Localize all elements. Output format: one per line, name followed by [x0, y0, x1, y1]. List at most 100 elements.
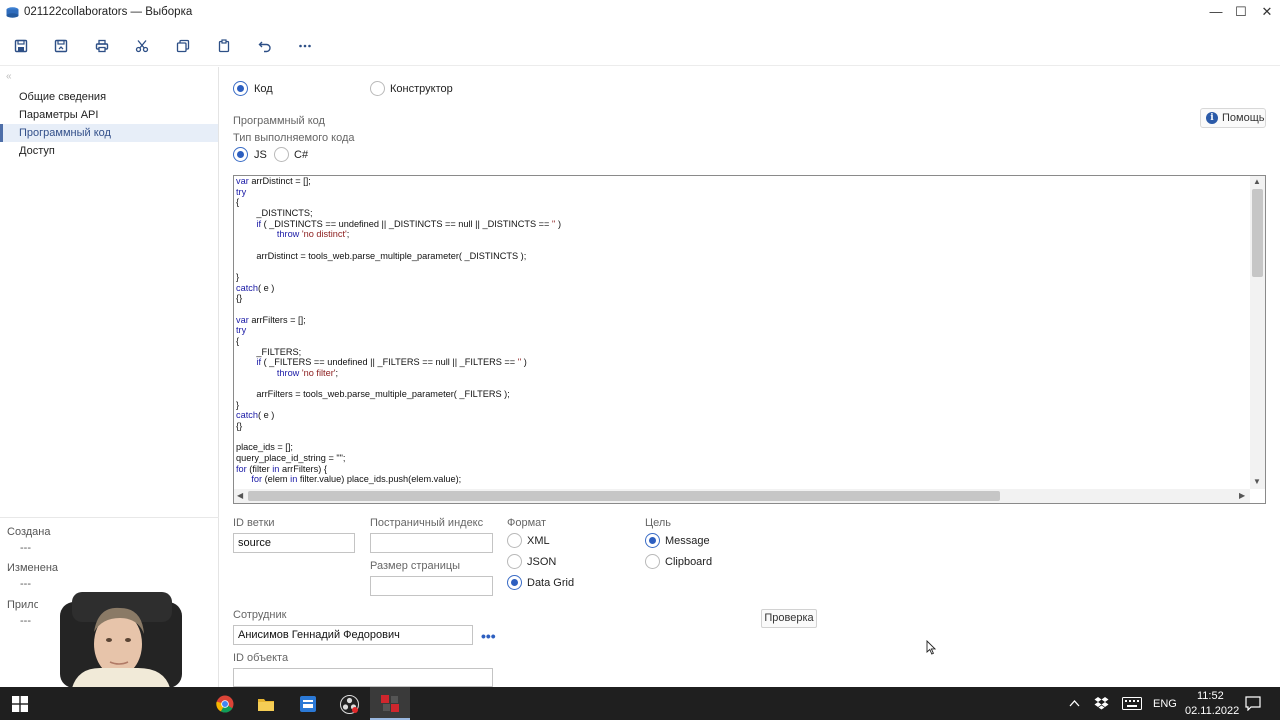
employee-label: Сотрудник: [233, 609, 287, 621]
maximize-button[interactable]: ☐: [1229, 2, 1253, 22]
webcam-overlay: [38, 588, 208, 688]
vertical-scroll-thumb[interactable]: [1252, 189, 1263, 277]
undo-icon: [258, 41, 271, 53]
copy-button[interactable]: [172, 36, 194, 56]
more-button[interactable]: [294, 36, 316, 56]
chrome-icon[interactable]: [216, 695, 234, 713]
scroll-right-icon[interactable]: ▶: [1239, 491, 1245, 500]
sidebar-divider: [0, 517, 219, 518]
scroll-left-icon[interactable]: ◀: [237, 491, 243, 500]
save-button[interactable]: [10, 36, 32, 56]
keyboard-icon[interactable]: [1122, 697, 1142, 710]
target-message-option[interactable]: Message: [645, 533, 710, 548]
code-editor-text-area[interactable]: var arrDistinct = []; try { _DISTINCTS; …: [235, 176, 1248, 489]
created-value: ---: [20, 542, 31, 554]
paste-icon: [218, 39, 230, 53]
help-button[interactable]: i Помощь: [1200, 108, 1266, 128]
page-size-input[interactable]: [370, 576, 493, 596]
paste-button[interactable]: [213, 36, 235, 56]
scroll-up-icon[interactable]: ▲: [1253, 177, 1261, 186]
target-clipboard-option[interactable]: Clipboard: [645, 554, 712, 569]
save-as-button[interactable]: [50, 36, 72, 56]
format-json-option[interactable]: JSON: [507, 554, 556, 569]
exec-type-label: Тип выполняемого кода: [233, 132, 355, 144]
employee-input[interactable]: Анисимов Геннадий Федорович: [233, 625, 473, 645]
code-editor[interactable]: var arrDistinct = []; try { _DISTINCTS; …: [233, 175, 1266, 504]
format-json-label: JSON: [527, 555, 557, 568]
format-xml-radio[interactable]: [507, 533, 522, 548]
clock-date[interactable]: 02.11.2022: [1185, 705, 1239, 717]
save-icon: [14, 39, 28, 53]
code-text[interactable]: var arrDistinct = []; try { _DISTINCTS; …: [235, 176, 1248, 485]
mode-designer-label: Конструктор: [390, 82, 453, 95]
dropbox-icon[interactable]: [1094, 696, 1109, 710]
format-datagrid-radio[interactable]: [507, 575, 522, 590]
mode-code-label: Код: [254, 82, 273, 95]
object-id-input[interactable]: [233, 668, 493, 687]
exec-js-option[interactable]: JS: [233, 147, 267, 162]
notifications-icon[interactable]: [1245, 696, 1261, 711]
exec-js-label: JS: [254, 148, 267, 161]
format-json-radio[interactable]: [507, 554, 522, 569]
created-label: Создана: [7, 526, 51, 538]
page-index-label: Постраничный индекс: [370, 517, 484, 529]
toolbar: [0, 26, 1280, 66]
minimize-button[interactable]: —: [1204, 2, 1228, 22]
target-message-label: Message: [665, 534, 710, 547]
mode-designer-option[interactable]: Конструктор: [370, 81, 453, 96]
format-datagrid-label: Data Grid: [527, 576, 575, 589]
save-as-icon: [54, 39, 68, 53]
close-button[interactable]: ✕: [1255, 2, 1279, 22]
target-message-radio[interactable]: [645, 533, 660, 548]
scroll-down-icon[interactable]: ▼: [1253, 477, 1261, 486]
window-title: 021122collaborators — Выборка: [24, 6, 193, 18]
target-clipboard-radio[interactable]: [645, 554, 660, 569]
sidebar-item-access[interactable]: Доступ: [0, 142, 218, 160]
mode-designer-radio[interactable]: [370, 81, 385, 96]
exec-csharp-label: C#: [294, 148, 309, 161]
mode-code-radio[interactable]: [233, 81, 248, 96]
cut-button[interactable]: [131, 36, 153, 56]
format-datagrid-option[interactable]: Data Grid: [507, 575, 574, 590]
horizontal-scroll-thumb[interactable]: [248, 491, 1000, 501]
modified-label: Изменена: [7, 562, 59, 574]
cut-icon: [135, 40, 149, 53]
format-label: Формат: [507, 517, 547, 529]
format-xml-option[interactable]: XML: [507, 533, 550, 548]
sidebar-item-program-code[interactable]: Программный код: [0, 124, 218, 142]
target-clipboard-label: Clipboard: [665, 555, 713, 568]
employee-select-button[interactable]: •••: [481, 628, 496, 644]
exec-csharp-option[interactable]: C#: [274, 147, 308, 162]
app-icon[interactable]: [299, 695, 317, 713]
print-button[interactable]: [91, 36, 113, 56]
collapse-sidebar-icon[interactable]: «: [6, 71, 12, 82]
format-xml-label: XML: [527, 534, 550, 547]
title-bar: 021122collaborators — Выборка — ☐ ✕: [0, 0, 1280, 26]
app-red-icon: [381, 695, 399, 712]
object-id-label: ID объекта: [233, 652, 289, 664]
tray-expand-icon[interactable]: [1069, 699, 1080, 707]
windows-start-icon[interactable]: [12, 696, 28, 712]
clock-time[interactable]: 11:52: [1197, 690, 1224, 702]
mode-code-option[interactable]: Код: [233, 81, 273, 96]
language-indicator[interactable]: ENG: [1153, 698, 1177, 710]
branch-id-label: ID ветки: [233, 517, 275, 529]
undo-button[interactable]: [254, 36, 276, 56]
sidebar-item-general[interactable]: Общие сведения: [0, 88, 218, 106]
program-code-section-label: Программный код: [233, 115, 325, 127]
active-app-tile[interactable]: [370, 687, 410, 720]
mouse-cursor-icon: [926, 640, 936, 655]
check-button[interactable]: Проверка: [761, 609, 817, 628]
info-icon: i: [1206, 112, 1218, 124]
page-size-label: Размер страницы: [370, 560, 461, 572]
attachments-value: ---: [20, 615, 31, 627]
branch-id-input[interactable]: source: [233, 533, 355, 553]
obs-icon[interactable]: [340, 695, 359, 714]
exec-js-radio[interactable]: [233, 147, 248, 162]
page-index-input[interactable]: [370, 533, 493, 553]
horizontal-scrollbar[interactable]: ◀ ▶: [234, 489, 1250, 503]
exec-csharp-radio[interactable]: [274, 147, 289, 162]
sidebar-item-api-params[interactable]: Параметры API: [0, 106, 218, 124]
file-explorer-icon[interactable]: [257, 696, 275, 712]
vertical-scrollbar[interactable]: ▲ ▼: [1250, 176, 1265, 489]
